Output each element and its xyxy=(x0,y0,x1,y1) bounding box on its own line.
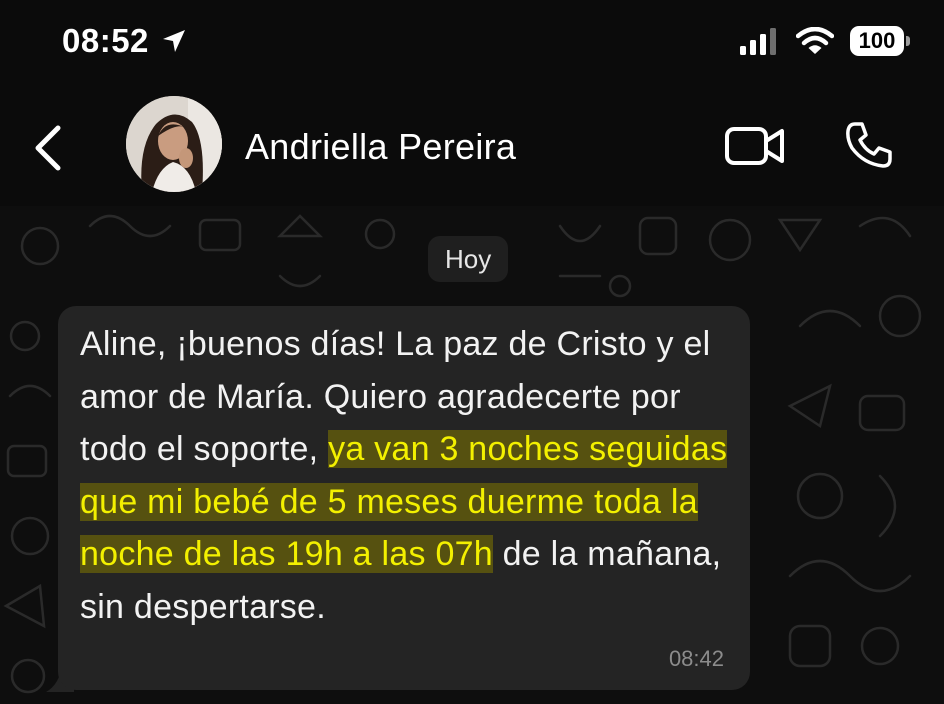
wifi-icon xyxy=(796,27,834,54)
phone-icon xyxy=(846,122,892,168)
battery-cap xyxy=(906,36,910,46)
chat-header: Andriella Pereira xyxy=(0,90,944,206)
date-separator: Hoy xyxy=(428,236,509,282)
avatar-photo xyxy=(126,96,222,192)
location-arrow-icon xyxy=(162,30,185,52)
battery-level: 100 xyxy=(858,28,896,53)
signal-bars-icon xyxy=(740,28,776,55)
voice-call-button[interactable] xyxy=(844,120,894,170)
chat-screen: 08:52 100 Andriella Pereira Hoy Aline, ¡… xyxy=(0,0,944,704)
status-time-group: 08:52 xyxy=(62,22,187,60)
status-indicators: 100 xyxy=(740,26,910,56)
back-button[interactable] xyxy=(28,120,68,176)
message-bubble[interactable]: Aline, ¡buenos días! La paz de Cristo y … xyxy=(58,306,750,690)
status-time: 08:52 xyxy=(62,22,149,59)
contact-avatar[interactable] xyxy=(126,96,222,192)
contact-name[interactable]: Andriella Pereira xyxy=(245,126,516,168)
chat-area[interactable]: Hoy Aline, ¡buenos días! La paz de Crist… xyxy=(0,206,944,704)
message-text: Aline, ¡buenos días! La paz de Cristo y … xyxy=(80,318,740,633)
status-bar: 08:52 100 xyxy=(0,0,944,90)
video-call-button[interactable] xyxy=(724,124,786,168)
video-camera-icon xyxy=(725,127,784,165)
chevron-left-icon xyxy=(35,125,61,171)
message-timestamp: 08:42 xyxy=(668,646,724,671)
battery-icon: 100 xyxy=(850,26,910,56)
